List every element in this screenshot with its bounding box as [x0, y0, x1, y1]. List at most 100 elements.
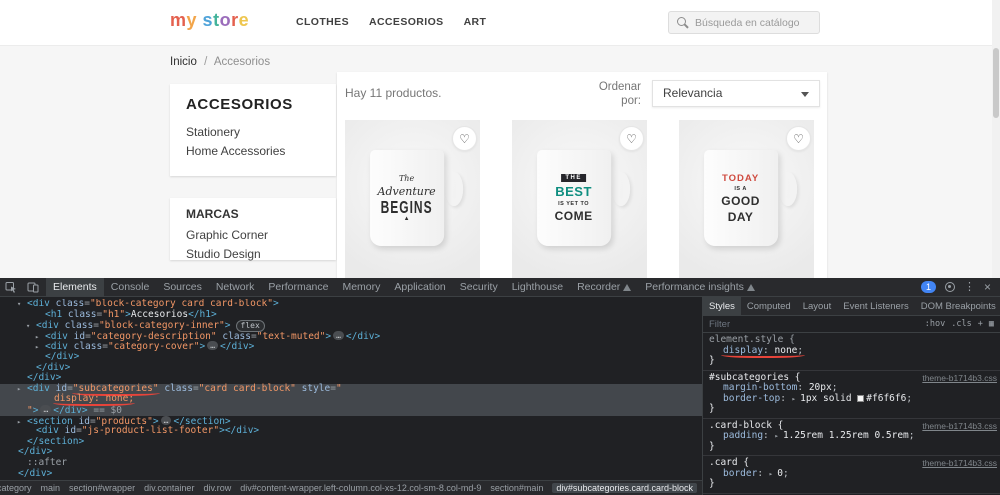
hidden-children-ellipsis[interactable]: …	[40, 404, 52, 414]
dom-crumb[interactable]: main	[41, 483, 61, 493]
dom-tree-line[interactable]: <h1 class="h1">Accesorios</h1>	[0, 309, 702, 321]
close-devtools-icon[interactable]: ×	[984, 281, 991, 293]
tab-console[interactable]: Console	[104, 278, 157, 297]
dom-crumb[interactable]: section#wrapper	[69, 483, 135, 493]
dom-tree-line[interactable]: ::after	[0, 457, 702, 469]
css-selector[interactable]: .card-block	[709, 420, 772, 431]
dom-crumb[interactable]: div#content-wrapper.left-column.col-xs-1…	[240, 483, 481, 493]
tab-memory[interactable]: Memory	[335, 278, 387, 297]
dom-tree-line[interactable]: ">… </div> == $0	[0, 404, 702, 416]
hidden-children-ellipsis[interactable]: …	[160, 415, 172, 425]
wishlist-heart-icon[interactable]: ♡	[786, 126, 811, 151]
scrollbar-thumb[interactable]	[993, 48, 999, 118]
hidden-children-ellipsis[interactable]: …	[207, 341, 219, 351]
tab-label: Network	[215, 280, 255, 293]
sidebar-tab-styles[interactable]: Styles	[703, 297, 741, 316]
styles-toggle-[interactable]: +	[978, 319, 983, 329]
dom-tree-line[interactable]: display: none;	[0, 394, 702, 405]
tab-performance-insights[interactable]: Performance insights	[638, 278, 762, 297]
css-property[interactable]: display: none;	[709, 345, 998, 357]
page-scrollbar[interactable]	[992, 0, 1000, 278]
sort-dropdown[interactable]: Relevancia	[652, 80, 820, 107]
stylesheet-link[interactable]: theme-b1714b3.css	[922, 421, 997, 431]
sidebar-tab-dom-breakpoints[interactable]: DOM Breakpoints	[915, 297, 1000, 316]
tree-caret-icon[interactable]: ▾	[17, 299, 27, 310]
dom-crumb[interactable]: div.container	[144, 483, 194, 493]
sidebar-tab-layout[interactable]: Layout	[797, 297, 838, 316]
expand-shorthand-icon[interactable]: ▸	[792, 395, 800, 403]
property-value: 20px	[808, 382, 832, 393]
styles-toggle-hov[interactable]: :hov	[925, 319, 945, 329]
styles-filter-input[interactable]: Filter	[709, 319, 919, 330]
dom-tree-line[interactable]: <div id="js-product-list-footer"></div>	[0, 425, 702, 437]
css-property[interactable]: padding: ▸ 1.25rem 1.25rem 0.5rem;	[709, 430, 998, 442]
css-selector[interactable]: #subcategories	[709, 372, 789, 383]
code-token: "block-category card card-block"	[89, 299, 273, 309]
dom-tree-line[interactable]: </div>	[0, 351, 702, 363]
css-selector[interactable]: element.style	[709, 334, 783, 345]
tab-performance[interactable]: Performance	[261, 278, 335, 297]
stylesheet-link[interactable]: theme-b1714b3.css	[922, 373, 997, 383]
brand-link[interactable]: Studio Design	[186, 247, 320, 261]
nav-link-clothes[interactable]: CLOTHES	[296, 16, 349, 28]
styles-toggle-[interactable]: ▦	[989, 319, 994, 329]
sidebar-tab-computed[interactable]: Computed	[741, 297, 797, 316]
dom-breadcrumb-bar: html.lang-esbody#categorymainsection#wra…	[0, 480, 702, 495]
expand-shorthand-icon[interactable]: ▸	[775, 432, 783, 440]
device-toolbar-icon[interactable]	[22, 278, 44, 297]
tab-security[interactable]: Security	[453, 278, 505, 297]
tab-label: Sources	[163, 280, 202, 293]
dom-tree-line[interactable]: ▸ <div class="category-cover">… </div>	[0, 341, 702, 352]
tab-recorder[interactable]: Recorder	[570, 278, 638, 297]
dom-tree-line[interactable]: ▾ <div class="block-category-inner"> flex	[0, 320, 702, 333]
styles-toggle-cls[interactable]: .cls	[951, 319, 971, 329]
breadcrumb: Inicio / Accesorios	[170, 56, 270, 68]
tab-elements[interactable]: Elements	[46, 277, 104, 297]
tab-sources[interactable]: Sources	[156, 278, 209, 297]
code-token: >	[272, 299, 279, 309]
settings-gear-icon[interactable]	[944, 282, 955, 292]
category-link[interactable]: Stationery	[186, 125, 320, 139]
breadcrumb-home-link[interactable]: Inicio	[170, 56, 197, 68]
inspect-element-icon[interactable]	[0, 278, 22, 297]
brand-link[interactable]: Graphic Corner	[186, 228, 320, 242]
code-token: "	[335, 382, 342, 394]
dom-crumb[interactable]: div#subcategories.card.card-block	[552, 483, 697, 493]
store-logo[interactable]: my store	[170, 10, 249, 31]
tree-caret-icon[interactable]: ▸	[17, 384, 27, 395]
sidebar-tab-event-listeners[interactable]: Event Listeners	[837, 297, 914, 316]
stylesheet-link[interactable]: theme-b1714b3.css	[922, 458, 997, 468]
dom-tree-line[interactable]: </div>	[0, 362, 702, 374]
code-token: </div>	[18, 446, 53, 458]
dom-crumb[interactable]: body#category	[0, 483, 32, 493]
product-card[interactable]: THE BEST IS YET TO COME ♡	[512, 120, 647, 278]
dom-crumb[interactable]: div.row	[203, 483, 231, 493]
search-input[interactable]: Búsqueda en catálogo	[668, 11, 820, 34]
tab-lighthouse[interactable]: Lighthouse	[505, 278, 570, 297]
css-property[interactable]: border: ▸ 0;	[709, 468, 998, 480]
nav-link-accesorios[interactable]: ACCESORIOS	[369, 16, 444, 28]
tab-application[interactable]: Application	[387, 278, 452, 297]
css-property[interactable]: border-top: ▸ 1px solid #f6f6f6;	[709, 393, 998, 405]
expand-shorthand-icon[interactable]: ▸	[769, 470, 777, 478]
product-card[interactable]: The Adventure BEGINS ▲ ♡	[345, 120, 480, 278]
product-card[interactable]: TODAY IS A GOOD DAY ♡	[679, 120, 814, 278]
wishlist-heart-icon[interactable]: ♡	[452, 126, 477, 151]
dom-tree-line[interactable]: </section>	[0, 436, 702, 448]
color-swatch[interactable]	[857, 394, 865, 402]
dom-tree-line[interactable]: ▸ <div id="category-description" class="t…	[0, 330, 702, 342]
issues-count-badge[interactable]: 1	[920, 281, 936, 293]
category-link[interactable]: Home Accessories	[186, 144, 320, 158]
dom-tree-line[interactable]: </div>	[0, 467, 702, 480]
css-selector[interactable]: .card	[709, 457, 738, 468]
wishlist-heart-icon[interactable]: ♡	[619, 126, 644, 151]
dom-tree-line[interactable]: </div>	[0, 447, 702, 458]
mug-design-text: IS YET TO	[558, 200, 590, 207]
more-options-icon[interactable]: ⋮	[964, 281, 975, 293]
dom-crumb[interactable]: section#main	[490, 483, 543, 493]
nav-link-art[interactable]: ART	[464, 16, 487, 28]
hidden-children-ellipsis[interactable]: …	[333, 330, 344, 340]
code-token: </div>	[18, 467, 53, 479]
tab-network[interactable]: Network	[209, 278, 262, 297]
category-title[interactable]: ACCESORIOS	[186, 96, 320, 113]
